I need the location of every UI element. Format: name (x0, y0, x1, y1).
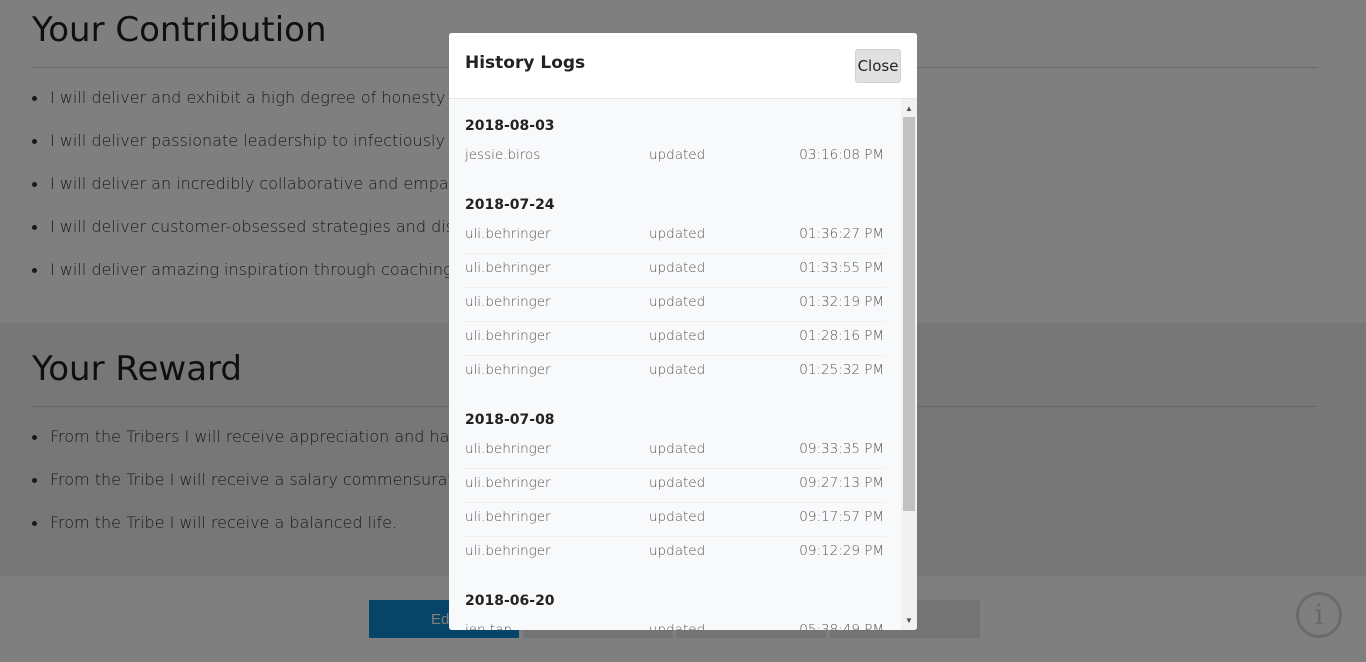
log-user: uli.behringer (465, 543, 551, 559)
modal-header: History Logs Close (449, 33, 917, 99)
log-action: updated (649, 147, 706, 163)
log-time: 01:32:19 PM (799, 294, 884, 310)
log-groups: 2018-08-03 jessie.biros updated 03:16:08 PM… (465, 99, 884, 630)
log-user: uli.behringer (465, 441, 551, 457)
modal-scrollbar[interactable]: ▲ ▼ (901, 99, 917, 630)
log-user: jen.tan (465, 622, 513, 630)
log-time: 01:28:16 PM (799, 328, 884, 344)
log-action: updated (649, 475, 706, 491)
log-date-heading: 2018-06-20 (465, 593, 555, 609)
log-user: uli.behringer (465, 475, 551, 491)
scrollbar-thumb[interactable] (903, 117, 915, 511)
log-user: uli.behringer (465, 509, 551, 525)
log-row: uli.behringer updated 09:17:57 PM (465, 503, 884, 537)
log-time: 01:36:27 PM (799, 226, 884, 242)
log-user: uli.behringer (465, 260, 551, 276)
modal-title: History Logs (465, 53, 586, 73)
log-row: uli.behringer updated 01:32:19 PM (465, 288, 884, 322)
log-row: uli.behringer updated 01:28:16 PM (465, 322, 884, 356)
log-group: 2018-07-08 uli.behringer updated 09:33:35 P… (465, 405, 884, 570)
log-time: 01:25:32 PM (799, 362, 884, 378)
log-time: 09:33:35 PM (799, 441, 884, 457)
log-date-heading: 2018-08-03 (465, 118, 555, 134)
log-time: 09:27:13 PM (799, 475, 884, 491)
log-action: updated (649, 362, 706, 378)
log-action: updated (649, 441, 706, 457)
log-action: updated (649, 260, 706, 276)
log-time: 09:12:29 PM (799, 543, 884, 559)
log-action: updated (649, 543, 706, 559)
log-time: 05:38:49 PM (799, 622, 884, 630)
log-user: uli.behringer (465, 294, 551, 310)
log-group: 2018-06-20 jen.tan updated 05:38:49 PM (465, 586, 884, 630)
log-row: uli.behringer updated 09:12:29 PM (465, 537, 884, 570)
log-user: uli.behringer (465, 362, 551, 378)
log-group: 2018-08-03 jessie.biros updated 03:16:08 PM (465, 111, 884, 174)
log-action: updated (649, 622, 706, 630)
log-date-heading: 2018-07-24 (465, 197, 555, 213)
log-row: uli.behringer updated 09:27:13 PM (465, 469, 884, 503)
log-time: 09:17:57 PM (799, 509, 884, 525)
history-logs-modal: History Logs Close 2018-08-03 jessie.biro… (449, 33, 917, 630)
history-log-list[interactable]: 2018-08-03 jessie.biros updated 03:16:08 PM… (449, 99, 901, 630)
log-row: jessie.biros updated 03:16:08 PM (465, 141, 884, 174)
log-time: 01:33:55 PM (799, 260, 884, 276)
scroll-up-arrow-icon[interactable]: ▲ (901, 102, 917, 116)
log-action: updated (649, 328, 706, 344)
log-time: 03:16:08 PM (799, 147, 884, 163)
log-row: uli.behringer updated 01:33:55 PM (465, 254, 884, 288)
log-action: updated (649, 294, 706, 310)
log-row: jen.tan updated 05:38:49 PM (465, 616, 884, 630)
log-action: updated (649, 226, 706, 242)
log-row: uli.behringer updated 01:25:32 PM (465, 356, 884, 389)
log-row: uli.behringer updated 01:36:27 PM (465, 220, 884, 254)
close-button[interactable]: Close (855, 49, 901, 83)
log-user: jessie.biros (465, 147, 541, 163)
scroll-down-arrow-icon[interactable]: ▼ (901, 614, 917, 628)
log-date-heading: 2018-07-08 (465, 412, 555, 428)
log-action: updated (649, 509, 706, 525)
log-group: 2018-07-24 uli.behringer updated 01:36:27 P… (465, 190, 884, 389)
log-row: uli.behringer updated 09:33:35 PM (465, 435, 884, 469)
log-user: uli.behringer (465, 328, 551, 344)
log-user: uli.behringer (465, 226, 551, 242)
